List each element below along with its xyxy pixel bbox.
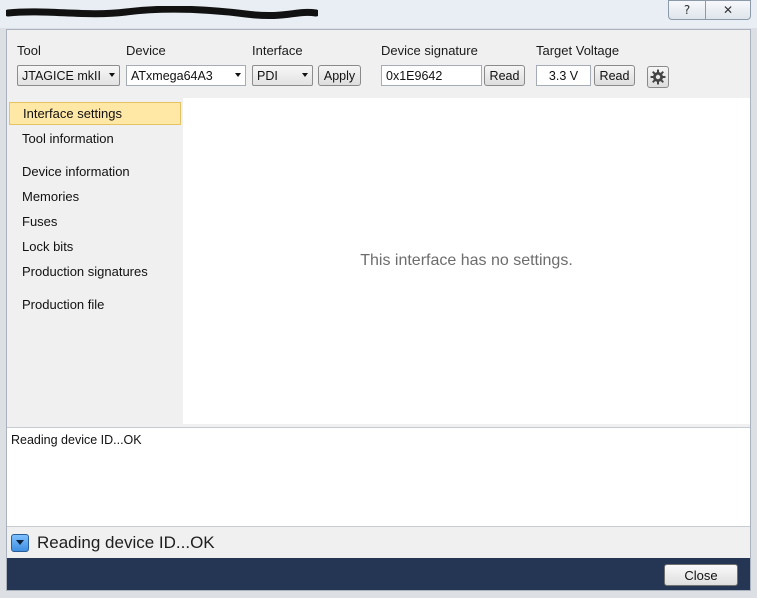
settings-button[interactable]: [647, 66, 669, 88]
log-line: Reading device ID...OK: [11, 433, 142, 447]
chevron-down-icon: [109, 73, 115, 77]
dialog-footer: Close: [7, 558, 750, 590]
title-bar: ? ✕: [0, 0, 757, 28]
status-expand-button[interactable]: [11, 534, 29, 552]
window-controls: ? ✕: [668, 0, 751, 20]
main-panel: Tool JTAGICE mkII Device ATxmega64A3 Int…: [6, 29, 751, 591]
signature-group: Device signature: [381, 43, 478, 59]
sidebar-item-memories[interactable]: Memories: [9, 185, 181, 208]
sidebar: Interface settings Tool information Devi…: [7, 98, 183, 424]
device-group: Device: [126, 43, 166, 59]
help-button[interactable]: ?: [668, 0, 706, 20]
signature-label: Device signature: [381, 43, 478, 58]
sidebar-item-tool-information[interactable]: Tool information: [9, 127, 181, 150]
sidebar-item-fuses[interactable]: Fuses: [9, 210, 181, 233]
redacted-title: [6, 6, 318, 20]
apply-button[interactable]: Apply: [318, 65, 361, 86]
device-label: Device: [126, 43, 166, 58]
status-bar: Reading device ID...OK: [7, 530, 750, 558]
sidebar-item-lock-bits[interactable]: Lock bits: [9, 235, 181, 258]
device-select[interactable]: ATxmega64A3: [126, 65, 246, 86]
interface-group: Interface: [252, 43, 303, 59]
signature-field[interactable]: 0x1E9642: [381, 65, 482, 86]
voltage-group: Target Voltage: [536, 43, 619, 59]
tool-value: JTAGICE mkII: [22, 68, 101, 83]
window-close-button[interactable]: ✕: [706, 0, 751, 20]
read-signature-button[interactable]: Read: [484, 65, 525, 86]
chevron-down-icon: [235, 73, 241, 77]
read-voltage-button[interactable]: Read: [594, 65, 635, 86]
chevron-down-icon: [16, 540, 24, 545]
interface-value: PDI: [257, 68, 278, 83]
status-text: Reading device ID...OK: [37, 533, 215, 552]
tool-select[interactable]: JTAGICE mkII: [17, 65, 120, 86]
sidebar-item-device-information[interactable]: Device information: [9, 160, 181, 183]
device-value: ATxmega64A3: [131, 68, 213, 83]
voltage-label: Target Voltage: [536, 43, 620, 58]
gear-icon: [650, 69, 666, 85]
sidebar-item-production-file[interactable]: Production file: [9, 293, 181, 316]
sidebar-item-production-signatures[interactable]: Production signatures: [9, 260, 181, 283]
interface-label: Interface: [252, 43, 303, 58]
chevron-down-icon: [302, 73, 308, 77]
settings-content: This interface has no settings.: [183, 98, 750, 424]
sidebar-item-interface-settings[interactable]: Interface settings: [9, 102, 181, 125]
voltage-field[interactable]: 3.3 V: [536, 65, 591, 86]
log-output[interactable]: Reading device ID...OK: [7, 427, 750, 527]
close-button[interactable]: Close: [664, 564, 738, 586]
tool-label: Tool: [17, 43, 41, 58]
tool-group: Tool: [17, 43, 41, 59]
interface-select[interactable]: PDI: [252, 65, 313, 86]
empty-settings-message: This interface has no settings.: [360, 252, 573, 269]
